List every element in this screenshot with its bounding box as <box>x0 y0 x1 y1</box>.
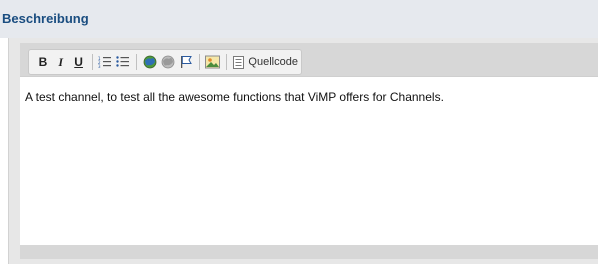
anchor-flag-icon <box>180 56 192 68</box>
remove-link-button[interactable] <box>160 52 176 72</box>
bold-button[interactable]: B <box>35 52 51 72</box>
unordered-list-icon <box>116 56 130 67</box>
source-code-button[interactable]: Quellcode <box>230 52 301 72</box>
anchor-button[interactable] <box>178 52 194 72</box>
editor-panel: B I U 1 2 3 Quellcode A test channel, to… <box>8 38 598 264</box>
rich-text-editor: B I U 1 2 3 Quellcode A test channel, to… <box>20 43 598 259</box>
source-code-icon <box>233 55 245 69</box>
section-title: Beschreibung <box>2 11 89 26</box>
editor-toolbar: B I U 1 2 3 Quellcode <box>28 49 302 75</box>
link-icon <box>143 55 157 69</box>
editor-status-bar <box>20 245 598 259</box>
editor-content-area[interactable]: A test channel, to test all the awesome … <box>20 76 598 245</box>
toolbar-separator <box>225 54 227 70</box>
image-icon <box>205 55 221 69</box>
toolbar-separator <box>136 54 137 70</box>
toolbar-separator <box>91 54 93 70</box>
editor-content-text[interactable]: A test channel, to test all the awesome … <box>25 90 444 104</box>
insert-link-button[interactable] <box>142 52 158 72</box>
ordered-list-icon: 1 2 3 <box>98 56 112 69</box>
insert-image-button[interactable] <box>205 52 221 72</box>
unlink-icon <box>161 55 175 69</box>
unordered-list-button[interactable] <box>115 52 131 72</box>
section-header: Beschreibung <box>0 0 598 38</box>
italic-button[interactable]: I <box>53 52 69 72</box>
underline-button[interactable]: U <box>71 52 87 72</box>
toolbar-separator <box>198 54 200 70</box>
source-code-label: Quellcode <box>248 56 298 68</box>
ordered-list-button[interactable]: 1 2 3 <box>97 52 113 72</box>
svg-text:3: 3 <box>98 64 101 69</box>
